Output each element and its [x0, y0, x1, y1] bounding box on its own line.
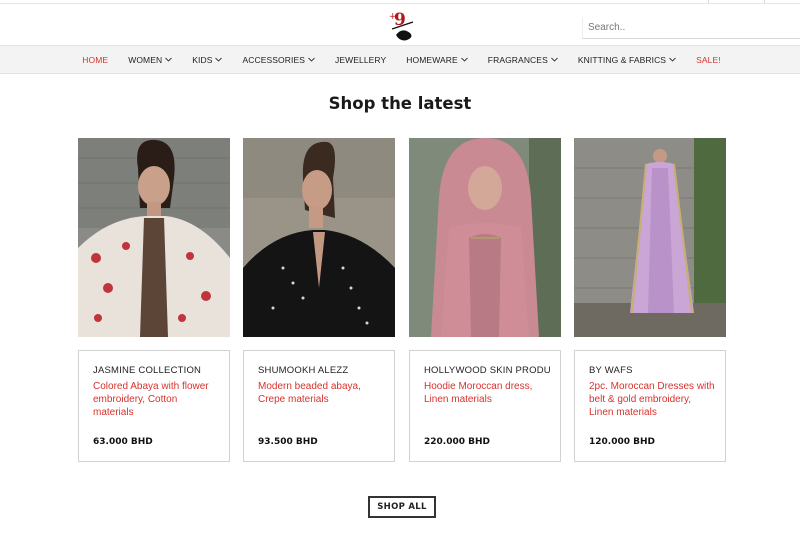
nav-jewellery[interactable]: JEWELLERY — [335, 55, 386, 65]
nav-accessories[interactable]: ACCESSORIES — [242, 55, 315, 65]
product-card: SHUMOOKH ALEZZ Modern beaded abaya, Crep… — [243, 350, 395, 462]
product-image[interactable] — [574, 138, 726, 337]
nav-label: ACCESSORIES — [242, 54, 305, 65]
nav-label: SALE! — [696, 54, 721, 65]
product-name-link[interactable]: Colored Abaya with flower embroidery, Co… — [93, 380, 219, 419]
product-brand: BY WAFS — [589, 365, 633, 376]
chevron-down-icon — [165, 57, 173, 62]
nav-women[interactable]: WOMEN — [128, 54, 173, 65]
search-input[interactable] — [582, 17, 800, 39]
product-name-link[interactable]: Hoodie Moroccan dress, Linen materials — [424, 380, 550, 406]
product-name-link[interactable]: Modern beaded abaya, Crepe materials — [258, 380, 384, 406]
nav-label: KNITTING & FABRICS — [577, 54, 667, 65]
shop-all-button[interactable]: SHOP ALL — [368, 496, 436, 518]
product-image[interactable] — [243, 138, 395, 337]
product-price: 120.000 BHD — [589, 437, 655, 447]
nav-label: JEWELLERY — [335, 54, 387, 65]
chevron-down-icon — [460, 57, 468, 62]
nav-knitting-fabrics[interactable]: KNITTING & FABRICS — [578, 55, 676, 65]
nav-kids[interactable]: KIDS — [192, 54, 223, 65]
utility-divider — [764, 0, 765, 4]
nav-label: KIDS — [192, 54, 213, 65]
main-nav: HOME WOMEN KIDS ACCESSORIES JEWELLERY HO… — [0, 45, 800, 74]
section-title: Shop the latest — [328, 94, 472, 113]
nav-label: HOMEWARE — [406, 54, 458, 65]
product-brand: JASMINE COLLECTION — [93, 365, 202, 376]
product-brand: SHUMOOKH ALEZZ — [258, 365, 349, 376]
product-brand: HOLLYWOOD SKIN PRODU… — [424, 365, 550, 376]
chevron-down-icon — [308, 57, 315, 62]
chevron-down-icon — [669, 57, 676, 62]
nav-label: HOME — [82, 54, 109, 65]
product-price: 93.500 BHD — [258, 437, 318, 447]
product-image[interactable] — [409, 138, 561, 337]
chevron-down-icon — [551, 57, 558, 62]
product-image[interactable] — [78, 138, 230, 337]
product-card: BY WAFS 2pc. Moroccan Dresses with belt … — [574, 350, 726, 462]
product-price: 220.000 BHD — [424, 437, 490, 447]
utility-divider — [708, 0, 709, 4]
product-card: HOLLYWOOD SKIN PRODU… Hoodie Moroccan dr… — [409, 350, 561, 462]
nav-homeware[interactable]: HOMEWARE — [406, 55, 468, 65]
product-name-link[interactable]: 2pc. Moroccan Dresses with belt & gold e… — [589, 380, 715, 419]
nav-label: WOMEN — [128, 54, 163, 65]
product-price: 63.000 BHD — [93, 437, 153, 447]
top-utility-bar — [0, 0, 800, 4]
nav-home[interactable]: HOME — [82, 55, 108, 65]
nav-fragrances[interactable]: FRAGRANCES — [488, 55, 558, 65]
brand-logo[interactable]: + 9 — [383, 8, 419, 44]
product-card: JASMINE COLLECTION Colored Abaya with fl… — [78, 350, 230, 462]
nav-sale[interactable]: SALE! — [696, 55, 721, 65]
nav-label: FRAGRANCES — [487, 54, 548, 65]
chevron-down-icon — [215, 57, 223, 62]
